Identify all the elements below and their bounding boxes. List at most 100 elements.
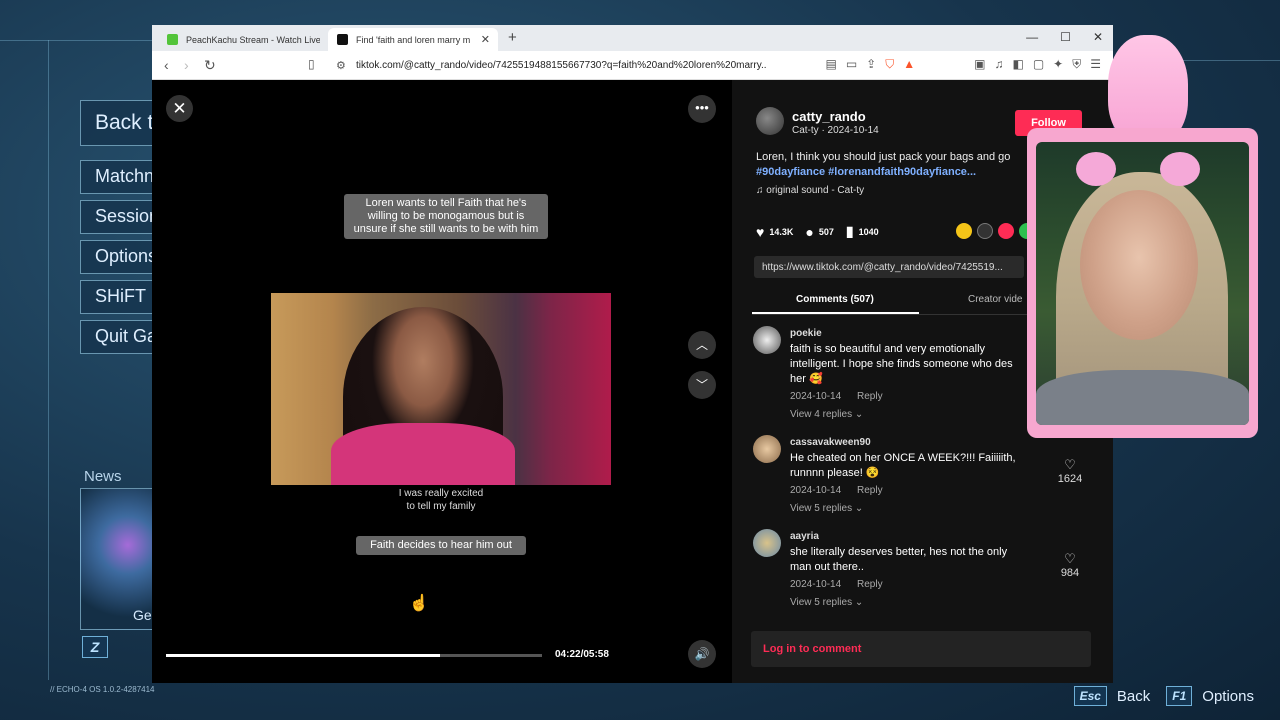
reload-icon[interactable]: ↻ [204, 57, 216, 74]
comment-date: 2024-10-14 [790, 579, 842, 590]
comment-like-count: 984 [1060, 567, 1080, 579]
bookmark-icon[interactable]: ▯ [308, 57, 315, 71]
tab-creator-videos[interactable]: Creator vide [968, 294, 1022, 305]
tab-comments[interactable]: Comments (507) [796, 294, 874, 305]
comment-avatar[interactable] [753, 529, 781, 557]
author-avatar[interactable] [756, 107, 784, 135]
share-icons [956, 223, 1035, 239]
video-subtitle: I was really excited to tell my family [271, 487, 611, 513]
streamer-face [1080, 190, 1198, 340]
comment-date: 2024-10-14 [790, 391, 842, 402]
sound-name: original sound - Cat-ty [766, 185, 865, 196]
copy-link-box[interactable]: https://www.tiktok.com/@catty_rando/vide… [754, 256, 1024, 278]
author-username[interactable]: catty_rando [792, 109, 866, 124]
reader-icon[interactable]: ▤ [825, 57, 836, 72]
video-caption-top: Loren wants to tell Faith that he's will… [344, 194, 548, 239]
tiktok-page: ✕ ⌕ ••• Loren wants to tell Faith that h… [152, 80, 1113, 683]
comment-icon: ● [805, 223, 814, 240]
menu-icon[interactable]: ☰ [1090, 57, 1101, 72]
stats-row: ♥ 14.3K ● 507 ▮ 1040 [756, 223, 879, 240]
news-card[interactable]: Ge [80, 488, 160, 630]
comment-count: 507 [818, 226, 834, 237]
comment-text: He cheated on her ONCE A WEEK?!!! Faiiii… [790, 452, 1016, 479]
comment-avatar[interactable] [753, 435, 781, 463]
active-tab-underline [752, 312, 919, 314]
description-hashtags[interactable]: #90dayfiance #lorenandfaith90dayfiance..… [756, 165, 1036, 180]
esc-key[interactable]: Esc [1073, 686, 1107, 706]
tab-bar: PeachKachu Stream - Watch Live on Find '… [152, 25, 1113, 51]
version-text: // ECHO-4 OS 1.0.2-4287414 [50, 685, 155, 694]
comment-reply-button[interactable]: Reply [857, 579, 883, 590]
new-tab-button[interactable]: + [508, 29, 517, 46]
share-icon[interactable]: ⇪ [866, 57, 876, 72]
address-bar: ‹ › ↻ ▯ ⚙ tiktok.com/@catty_rando/video/… [152, 51, 1113, 80]
tab-peachkachu[interactable]: PeachKachu Stream - Watch Live on [158, 28, 320, 51]
video-caption-bottom: Faith decides to hear him out [356, 536, 526, 555]
comment-like[interactable]: ♡ 1624 [1050, 457, 1090, 485]
comment-username[interactable]: poekie [790, 328, 822, 339]
comment-reply-button[interactable]: Reply [857, 391, 883, 402]
save-stat[interactable]: ▮ 1040 [846, 223, 879, 240]
video-progress-bar[interactable] [166, 654, 542, 657]
music-icon[interactable]: ♫ [994, 57, 1003, 72]
description-text: Loren, I think you should just pack your… [756, 151, 1011, 163]
window-controls: — ☐ ✕ [1026, 30, 1103, 44]
heart-outline-icon: ♡ [1064, 551, 1076, 566]
subtitle-line: to tell my family [406, 501, 476, 512]
send-icon[interactable] [998, 223, 1014, 239]
view-replies-button[interactable]: View 5 replies ⌄ [790, 503, 863, 514]
close-video-button[interactable]: ✕ [166, 95, 193, 122]
heart-icon: ♥ [756, 223, 765, 240]
comment-username[interactable]: aayria [790, 531, 819, 542]
subtitle-line: I was really excited [398, 488, 484, 499]
maximize-icon[interactable]: ☐ [1060, 30, 1071, 44]
close-window-icon[interactable]: ✕ [1093, 30, 1103, 44]
panel-icon[interactable]: ◧ [1012, 57, 1023, 72]
video-player[interactable]: Loren wants to tell Faith that he's will… [271, 80, 611, 683]
comment-reply-button[interactable]: Reply [857, 485, 883, 496]
leo-icon[interactable]: ✦ [1053, 57, 1063, 72]
cast-icon[interactable]: ▭ [846, 57, 857, 72]
game-options-button[interactable]: Options [1202, 688, 1254, 705]
volume-button[interactable]: 🔊 [688, 640, 716, 668]
heart-outline-icon: ♡ [1064, 457, 1076, 472]
game-back-button[interactable]: Back [1117, 688, 1150, 705]
wallet-icon[interactable]: ▢ [1033, 57, 1044, 72]
mouse-cursor-icon: ☝ [409, 595, 429, 612]
news-label: News [84, 468, 122, 485]
video-frame [271, 293, 611, 485]
site-settings-icon[interactable]: ⚙ [336, 59, 346, 72]
browser-toolbar: ▤ ▭ ⇪ ⛉ ▲ ▣ ♫ ◧ ▢ ✦ ⛨ ☰ [825, 57, 1101, 72]
url-input[interactable]: tiktok.com/@catty_rando/video/7425519488… [356, 60, 766, 71]
minimize-icon[interactable]: — [1026, 30, 1038, 44]
vpn-icon[interactable]: ⛨ [1072, 57, 1081, 72]
sound-link[interactable]: ♫ original sound - Cat-ty [756, 185, 864, 196]
view-replies-button[interactable]: View 5 replies ⌄ [790, 597, 863, 608]
headset-ear-right [1160, 152, 1200, 186]
comment-avatar[interactable] [753, 326, 781, 354]
f1-key[interactable]: F1 [1166, 686, 1193, 706]
video-person-shirt [331, 423, 515, 485]
tab-tiktok[interactable]: Find 'faith and loren marry m ✕ [328, 28, 498, 51]
back-icon[interactable]: ‹ [164, 57, 169, 73]
comment-stat[interactable]: ● 507 [805, 224, 834, 240]
more-options-button[interactable]: ••• [688, 95, 716, 123]
sidebar-icon[interactable]: ▣ [974, 57, 985, 72]
forward-icon[interactable]: › [184, 57, 189, 73]
video-description: Loren, I think you should just pack your… [756, 150, 1036, 180]
share-coin-icon[interactable] [956, 223, 972, 239]
view-replies-button[interactable]: View 4 replies ⌄ [790, 409, 863, 420]
brave-rewards-icon[interactable]: ▲ [903, 57, 915, 72]
z-key[interactable]: Z [82, 636, 108, 658]
comment-like[interactable]: ♡ 984 [1050, 551, 1090, 579]
login-to-comment-box[interactable]: Log in to comment [751, 631, 1091, 667]
embed-icon[interactable] [977, 223, 993, 239]
kick-favicon-icon [167, 34, 178, 45]
close-tab-icon[interactable]: ✕ [481, 33, 490, 46]
previous-video-button[interactable]: ︿ [688, 331, 716, 359]
like-stat[interactable]: ♥ 14.3K [756, 224, 793, 240]
comment-username[interactable]: cassavakween90 [790, 437, 871, 448]
brave-shield-icon[interactable]: ⛉ [885, 57, 894, 72]
next-video-button[interactable]: ﹀ [688, 371, 716, 399]
video-progress-fill [166, 654, 441, 657]
